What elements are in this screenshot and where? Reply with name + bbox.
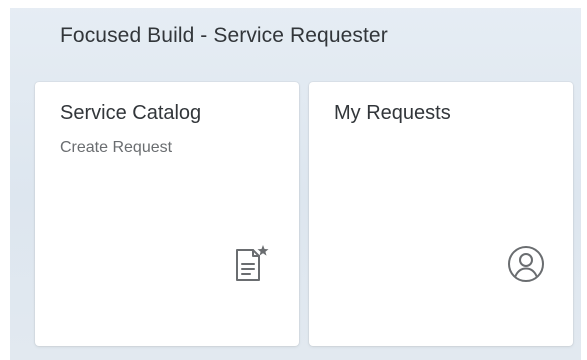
left-edge xyxy=(0,0,10,360)
user-circle-icon xyxy=(504,242,548,286)
tile-my-requests[interactable]: My Requests xyxy=(309,82,573,346)
document-star-icon xyxy=(227,242,271,286)
right-edge xyxy=(581,0,587,360)
launchpad-shell: Focused Build - Service Requester Servic… xyxy=(0,0,587,360)
tile-subtitle: Create Request xyxy=(60,139,173,156)
top-edge xyxy=(0,0,587,8)
tile-service-catalog[interactable]: Service Catalog Create Request xyxy=(35,82,299,346)
tile-title: Service Catalog xyxy=(60,102,202,124)
tile-title: My Requests xyxy=(334,102,451,124)
group-title: Focused Build - Service Requester xyxy=(60,24,388,47)
